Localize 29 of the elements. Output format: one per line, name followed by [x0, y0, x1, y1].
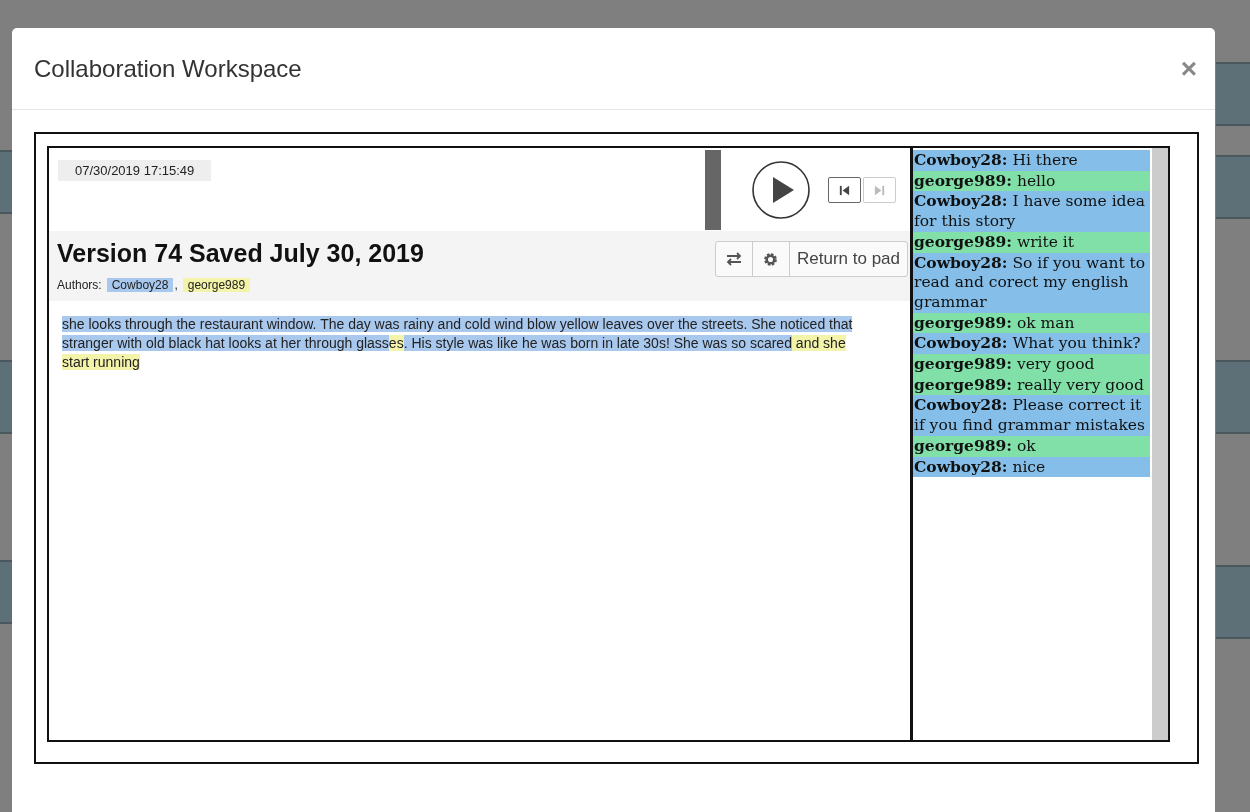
chat-message: Cowboy28: What you think? [913, 333, 1150, 355]
modal-title: Collaboration Workspace [34, 54, 302, 83]
chat-message: Cowboy28: nice [913, 456, 1150, 478]
author-separator: , [174, 278, 178, 292]
chat-message: george989: ok man [913, 312, 1150, 334]
skip-back-icon [838, 183, 851, 197]
version-title: Version 74 Saved July 30, 2019 [57, 239, 424, 268]
background-story-node [1216, 62, 1250, 126]
compare-button[interactable] [715, 241, 753, 277]
author-tag: Cowboy28 [106, 278, 174, 292]
chat-message: Cowboy28: Hi there [913, 150, 1150, 171]
return-to-pad-button[interactable]: Return to pad [789, 241, 908, 277]
skip-forward-icon [873, 183, 886, 197]
chat-message: george989: really very good [913, 374, 1150, 396]
chat-message: george989: write it [913, 231, 1150, 253]
timeline-handle[interactable] [705, 150, 721, 230]
authors-label: Authors: [57, 278, 102, 292]
play-icon[interactable] [751, 160, 811, 220]
chat-message: george989: hello [913, 170, 1150, 192]
chat-message: george989: ok [913, 435, 1150, 457]
settings-icon [762, 250, 780, 268]
settings-button[interactable] [752, 241, 790, 277]
close-button[interactable]: × [1180, 54, 1197, 83]
chat-message: george989: very good [913, 354, 1150, 375]
background-story-node [1216, 155, 1250, 219]
timestamp: 07/30/2019 17:15:49 [58, 160, 212, 181]
story-text: she looks through the restaurant window. The day was rainy and cold wind blow yellow leaves over the streets. She noticed that stranger with old black hat looks at her through glasses. His style was like he was born in late 30s! She was so scared and she start running [62, 315, 854, 372]
previous-step-button[interactable] [828, 177, 861, 203]
author-tag: george989 [182, 278, 251, 292]
